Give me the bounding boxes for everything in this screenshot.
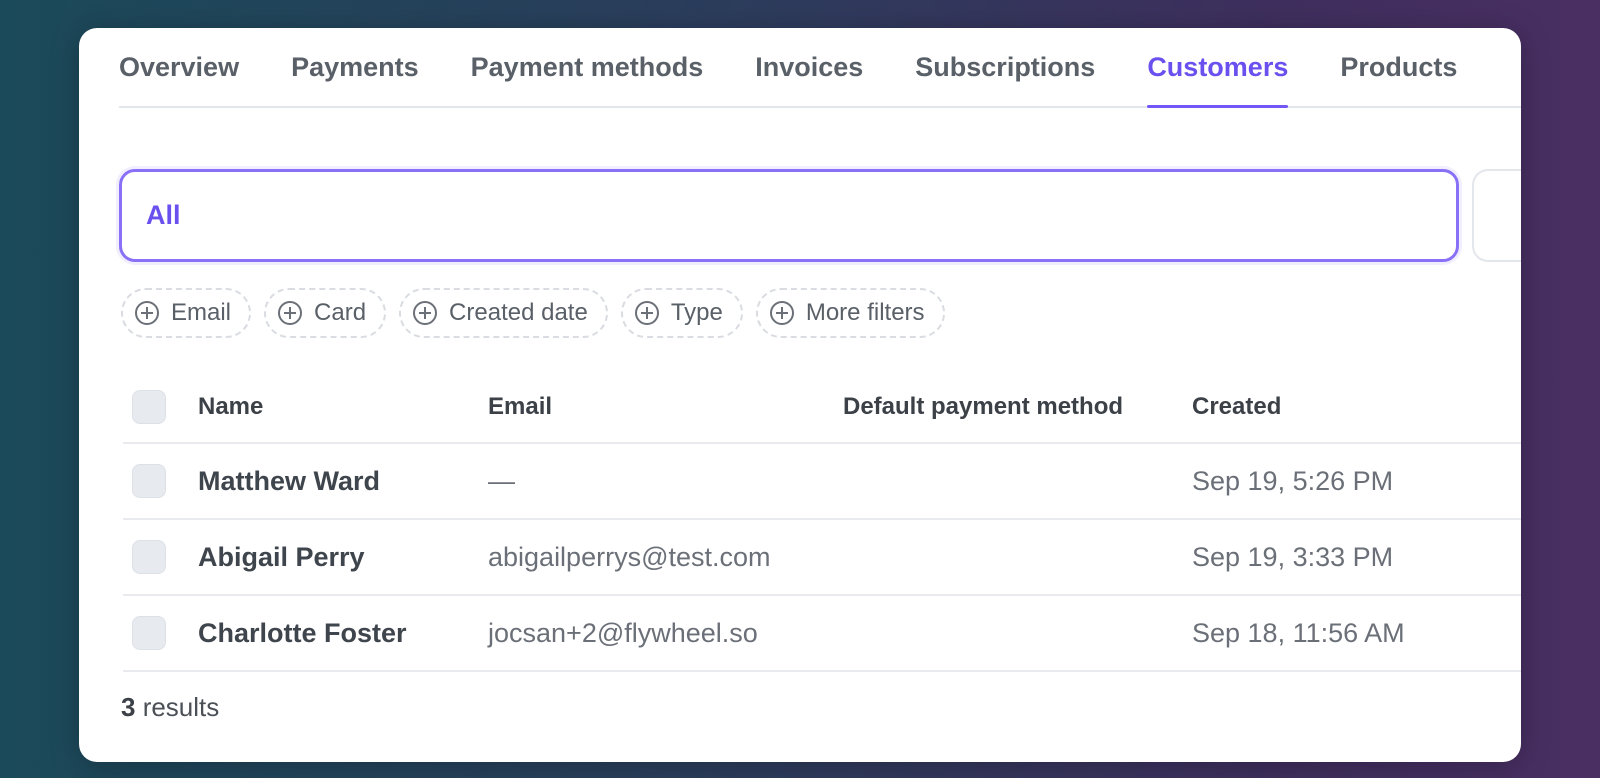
- plus-circle-icon: [413, 301, 438, 325]
- filter-label: Card: [314, 299, 367, 326]
- plus-circle-icon: [769, 301, 794, 325]
- more-filters-button[interactable]: More filters: [755, 288, 945, 338]
- tab-subscriptions[interactable]: Subscriptions: [915, 28, 1095, 106]
- table-row[interactable]: Charlotte Foster jocsan+2@flywheel.so Se…: [123, 596, 1521, 672]
- filter-label: Type: [670, 299, 723, 326]
- customer-created: Sep 18, 11:56 AM: [1192, 617, 1405, 648]
- customer-email: abigailperrys@test.com: [488, 541, 771, 572]
- tab-payment-methods[interactable]: Payment methods: [471, 28, 704, 106]
- column-header-email[interactable]: Email: [488, 393, 552, 421]
- filter-label: Created date: [449, 299, 588, 326]
- filter-card-button[interactable]: Card: [264, 288, 387, 338]
- plus-circle-icon: [278, 301, 303, 325]
- row-checkbox[interactable]: [132, 464, 166, 498]
- table-row[interactable]: Matthew Ward — Sep 19, 5:26 PM: [123, 444, 1521, 520]
- row-checkbox[interactable]: [132, 616, 166, 650]
- filter-email-button[interactable]: Email: [121, 288, 252, 338]
- select-all-checkbox[interactable]: [132, 390, 166, 424]
- row-checkbox[interactable]: [132, 540, 166, 574]
- tab-invoices[interactable]: Invoices: [755, 28, 863, 106]
- filter-created-date-button[interactable]: Created date: [399, 288, 608, 338]
- tab-bar: Overview Payments Payment methods Invoic…: [119, 28, 1521, 108]
- table-header: Name Email Default payment method Create…: [123, 372, 1521, 444]
- segment-selector[interactable]: All: [119, 169, 1459, 262]
- customer-name: Charlotte Foster: [198, 617, 407, 648]
- column-header-created[interactable]: Created: [1192, 393, 1281, 421]
- customer-name: Matthew Ward: [198, 465, 380, 496]
- customer-name: Abigail Perry: [198, 541, 365, 572]
- results-number: 3: [121, 692, 136, 722]
- panel-content: Overview Payments Payment methods Invoic…: [119, 28, 1521, 762]
- tab-products[interactable]: Products: [1340, 28, 1457, 106]
- filter-type-button[interactable]: Type: [620, 288, 743, 338]
- customer-created: Sep 19, 3:33 PM: [1192, 541, 1394, 572]
- customer-created: Sep 19, 5:26 PM: [1192, 465, 1394, 496]
- filter-chips: Email Card Created date Type More filter…: [121, 288, 958, 338]
- side-action-button[interactable]: [1472, 169, 1521, 262]
- customer-email: jocsan+2@flywheel.so: [488, 617, 758, 648]
- filter-label: Email: [171, 299, 232, 326]
- tab-overview[interactable]: Overview: [119, 28, 239, 106]
- plus-circle-icon: [135, 301, 159, 325]
- tab-payments[interactable]: Payments: [291, 28, 419, 106]
- column-header-name[interactable]: Name: [198, 393, 263, 421]
- results-count: 3 results: [121, 692, 219, 723]
- customers-table: Name Email Default payment method Create…: [123, 372, 1521, 672]
- customer-email: —: [488, 465, 515, 496]
- plus-circle-icon: [634, 301, 659, 325]
- segment-selector-value: All: [146, 200, 181, 230]
- customers-panel: Overview Payments Payment methods Invoic…: [79, 28, 1521, 762]
- column-header-payment-method[interactable]: Default payment method: [843, 393, 1123, 421]
- tab-customers[interactable]: Customers: [1147, 28, 1289, 108]
- results-label: results: [135, 692, 220, 722]
- table-row[interactable]: Abigail Perry abigailperrys@test.com Sep…: [123, 520, 1521, 596]
- filter-label: More filters: [805, 299, 925, 326]
